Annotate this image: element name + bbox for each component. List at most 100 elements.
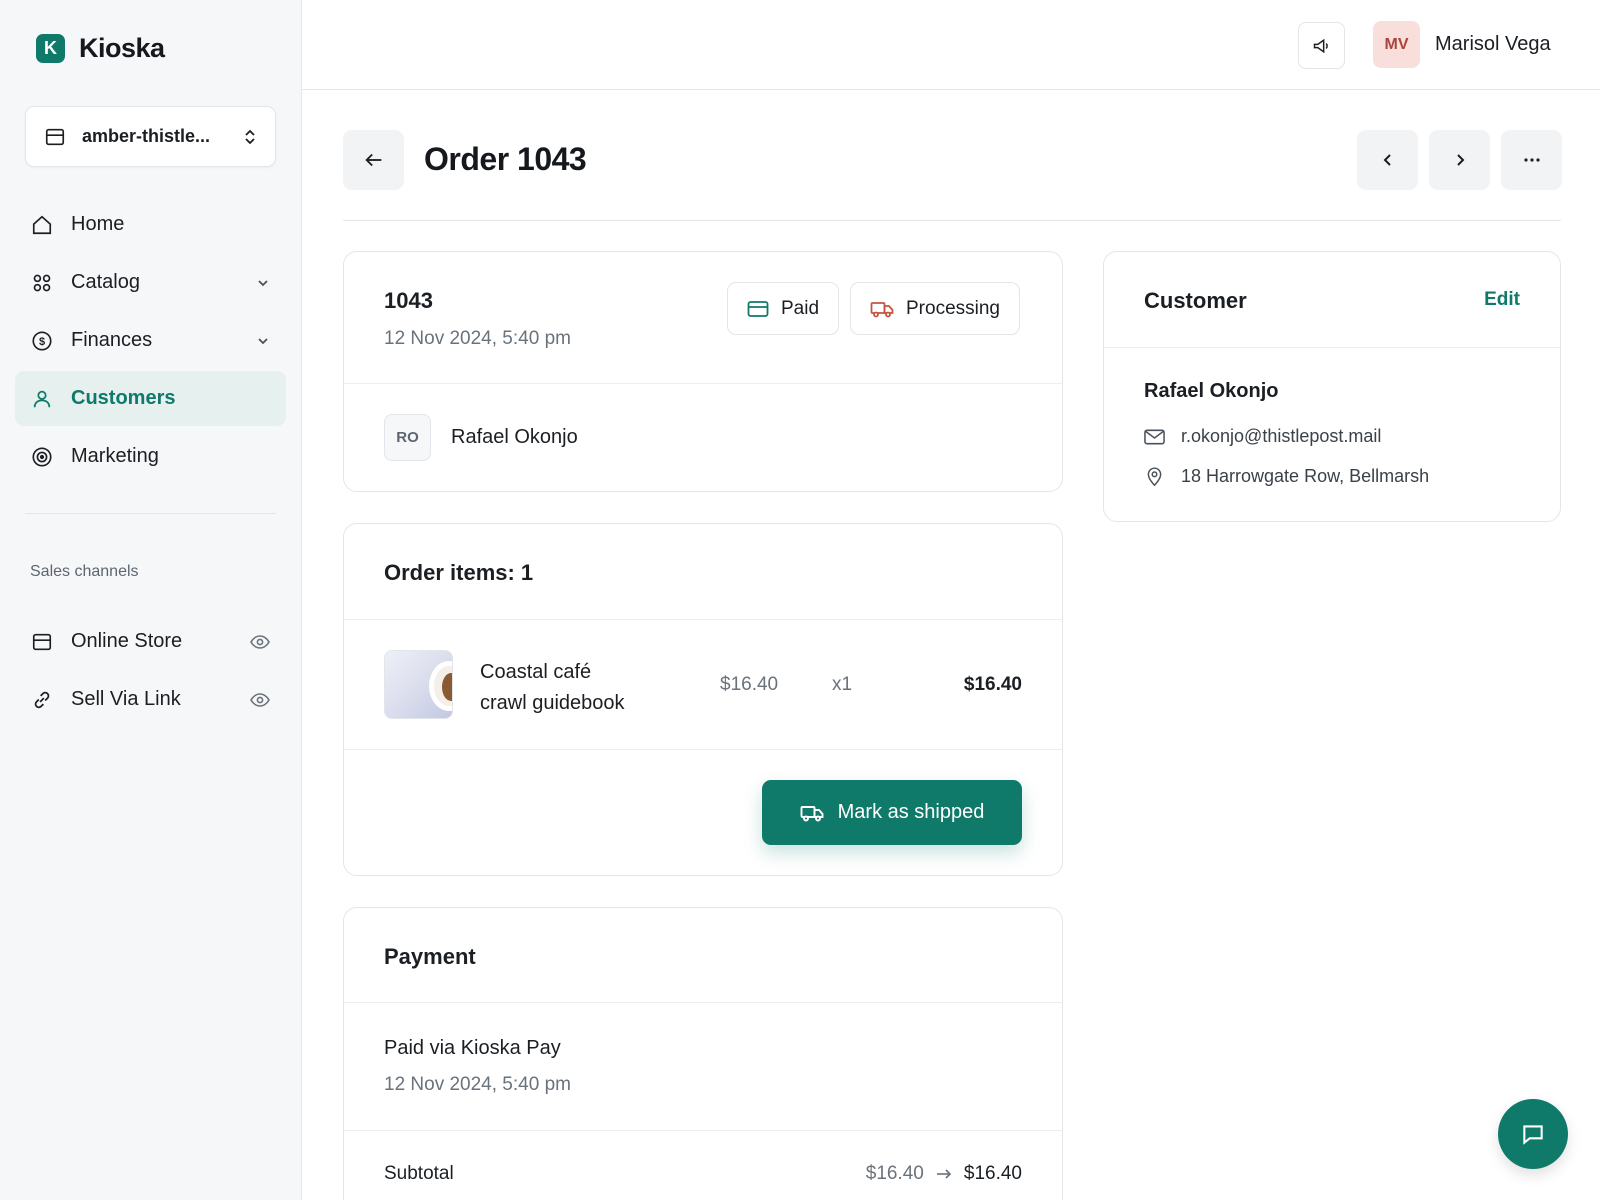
card-divider: [344, 383, 1062, 384]
eye-icon[interactable]: [250, 692, 270, 707]
order-items-heading: Order items: 1: [384, 560, 534, 585]
customer-name: Rafael Okonjo: [1144, 380, 1279, 402]
header-divider: [343, 220, 1561, 221]
user-icon: [31, 388, 53, 410]
previous-order-button[interactable]: [1357, 130, 1418, 190]
sidebar-item-home[interactable]: Home: [15, 197, 286, 252]
home-icon: [31, 214, 53, 236]
chevron-down-icon[interactable]: [256, 334, 270, 348]
arrow-right-icon: [936, 1168, 952, 1180]
sidebar-item-label: Sell Via Link: [71, 688, 181, 710]
sidebar-divider: [25, 513, 276, 514]
grid-icon: [31, 272, 53, 294]
chat-bubble-icon: [1520, 1121, 1546, 1147]
truck-icon: [870, 300, 894, 318]
dollar-circle-icon: $: [31, 330, 53, 352]
payment-status-label: Paid: [781, 297, 820, 319]
card-divider: [344, 1002, 1062, 1003]
user-name[interactable]: Marisol Vega: [1435, 33, 1551, 56]
top-bar: MV Marisol Vega: [302, 0, 1600, 90]
order-summary-card: 1043 12 Nov 2024, 5:40 pm Paid Processin…: [343, 251, 1063, 492]
fulfillment-status-badge: Processing: [850, 282, 1020, 335]
arrow-left-icon: [363, 149, 385, 171]
chat-support-button[interactable]: [1498, 1099, 1568, 1169]
payment-heading: Payment: [384, 944, 476, 969]
announcements-button[interactable]: [1298, 22, 1345, 69]
payment-method: Paid via Kioska Pay: [384, 1037, 561, 1059]
megaphone-icon: [1312, 36, 1332, 56]
sidebar-item-label: Customers: [71, 387, 176, 409]
back-button[interactable]: [343, 130, 404, 190]
order-date: 12 Nov 2024, 5:40 pm: [384, 328, 571, 349]
sidebar-item-label: Marketing: [71, 445, 159, 467]
chevron-left-icon: [1380, 152, 1396, 168]
card-divider: [1104, 347, 1560, 348]
card-divider: [344, 749, 1062, 750]
mark-as-shipped-button[interactable]: Mark as shipped: [762, 780, 1022, 845]
svg-text:$: $: [39, 336, 45, 348]
customer-avatar: RO: [384, 414, 431, 461]
card-divider: [344, 619, 1062, 620]
item-price: $16.40: [720, 674, 779, 695]
payment-card: Payment Paid via Kioska Pay 12 Nov 2024,…: [343, 907, 1063, 1200]
map-pin-icon: [1144, 466, 1165, 487]
store-icon: [44, 126, 66, 148]
sidebar-item-marketing[interactable]: Marketing: [15, 429, 286, 484]
store-icon: [31, 631, 53, 653]
store-name: amber-thistle...: [82, 126, 211, 146]
user-avatar[interactable]: MV: [1373, 21, 1420, 68]
sidebar-item-catalog[interactable]: Catalog: [15, 255, 286, 310]
sidebar-item-sell-via-link[interactable]: Sell Via Link: [15, 672, 286, 727]
order-items-card: Order items: 1 Coastal café crawl guideb…: [343, 523, 1063, 876]
item-quantity: x1: [832, 674, 853, 695]
customer-email-row: r.okonjo@thistlepost.mail: [1144, 426, 1381, 447]
credit-card-icon: [747, 300, 769, 318]
more-horizontal-icon: [1523, 157, 1541, 163]
customer-address: 18 Harrowgate Row, Bellmarsh: [1181, 466, 1430, 486]
store-switcher[interactable]: amber-thistle...: [25, 106, 276, 167]
main-nav: Home Catalog $ Finances Customers Market…: [15, 197, 286, 487]
subtotal-label: Subtotal: [384, 1163, 454, 1184]
customer-heading: Customer: [1144, 288, 1247, 313]
chevron-up-down-icon: [243, 128, 257, 146]
order-number: 1043: [384, 288, 433, 313]
chevron-down-icon[interactable]: [256, 276, 270, 290]
payment-status-badge: Paid: [727, 282, 840, 335]
page-title: Order 1043: [424, 141, 587, 177]
product-name-line-1: Coastal café: [480, 661, 592, 683]
more-actions-button[interactable]: [1501, 130, 1562, 190]
sidebar-item-online-store[interactable]: Online Store: [15, 614, 286, 669]
fulfillment-status-label: Processing: [906, 297, 1000, 319]
product-thumbnail: [384, 650, 453, 719]
subtotal-values: $16.40 $16.40: [866, 1163, 1022, 1185]
customer-card: Customer Edit Rafael Okonjo r.okonjo@thi…: [1103, 251, 1561, 522]
mail-icon: [1144, 429, 1165, 445]
sidebar: K Kioska amber-thistle... Home Catalog $…: [0, 0, 302, 1200]
customer-email[interactable]: r.okonjo@thistlepost.mail: [1181, 426, 1381, 447]
edit-customer-link[interactable]: Edit: [1484, 289, 1520, 311]
sidebar-item-label: Catalog: [71, 271, 140, 293]
chevron-right-icon: [1452, 152, 1468, 168]
product-name: Coastal café crawl guidebook: [480, 657, 625, 719]
sales-channels-list: Online Store Sell Via Link: [15, 614, 286, 730]
app-logo[interactable]: K Kioska: [36, 33, 165, 64]
app-name: Kioska: [79, 33, 165, 63]
logo-mark-icon: K: [36, 34, 65, 63]
truck-icon: [800, 804, 824, 822]
customer-address-row: 18 Harrowgate Row, Bellmarsh: [1144, 466, 1429, 487]
item-total: $16.40: [963, 674, 1022, 695]
next-order-button[interactable]: [1429, 130, 1490, 190]
card-divider: [344, 1130, 1062, 1131]
mark-as-shipped-label: Mark as shipped: [837, 801, 985, 823]
target-icon: [31, 446, 53, 468]
sidebar-item-finances[interactable]: $ Finances: [15, 313, 286, 368]
sidebar-item-customers[interactable]: Customers: [15, 371, 286, 426]
product-name-line-2: crawl guidebook: [480, 692, 625, 714]
subtotal-original: $16.40: [865, 1163, 924, 1184]
sidebar-item-label: Online Store: [71, 630, 183, 652]
customer-name-link[interactable]: Rafael Okonjo: [451, 426, 578, 449]
eye-icon[interactable]: [250, 634, 270, 649]
payment-date: 12 Nov 2024, 5:40 pm: [384, 1074, 571, 1095]
sales-channels-heading: Sales channels: [30, 563, 139, 580]
sidebar-item-label: Finances: [71, 329, 153, 351]
